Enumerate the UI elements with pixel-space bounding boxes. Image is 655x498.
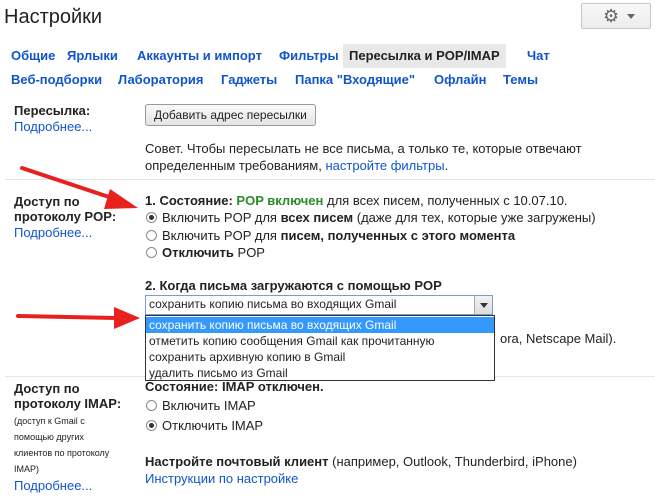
tab-chat[interactable]: Чат xyxy=(527,44,550,68)
tab-offline[interactable]: Офлайн xyxy=(434,68,487,92)
tab-labs[interactable]: Лаборатория xyxy=(118,68,203,92)
forwarding-tip-line1: Совет. Чтобы пересылать не все письма, а… xyxy=(145,141,582,156)
tab-accounts[interactable]: Аккаунты и импорт xyxy=(137,44,262,68)
imap-section: Доступ по протоколу IMAP: (доступ к Gmai… xyxy=(5,376,655,498)
pop-when-title: 2. Когда письма загружаются с помощью PO… xyxy=(145,278,442,293)
forwarding-tip-suffix: . xyxy=(444,158,449,173)
imap-note-line1: (доступ к Gmail с xyxy=(14,416,85,426)
pop-option1-suffix: (даже для тех, которые уже загружены) xyxy=(353,210,596,225)
imap-note-line2: помощью других xyxy=(14,432,84,442)
imap-status-prefix: Состояние: xyxy=(145,379,222,394)
imap-more-link[interactable]: Подробнее... xyxy=(14,478,92,493)
tab-filters[interactable]: Фильтры xyxy=(279,44,339,68)
chevron-down-icon[interactable] xyxy=(474,296,492,314)
pop-option3-bold: Отключить xyxy=(162,245,234,260)
pop-option2-bold: писем, полученных с этого момента xyxy=(280,228,516,243)
pop-option1-bold: всех писем xyxy=(280,210,354,225)
imap-client-bold: Настройте почтовый клиент xyxy=(145,454,329,469)
pop-status-value: POP включен xyxy=(236,193,324,208)
dropdown-option-mark-read[interactable]: отметить копию сообщения Gmail как прочи… xyxy=(146,333,494,349)
imap-client-config: Настройте почтовый клиент (например, Out… xyxy=(145,453,577,470)
annotation-arrow-pop xyxy=(20,166,138,209)
settings-panel: Пересылка: Подробнее... Добавить адрес п… xyxy=(5,93,655,497)
tab-themes[interactable]: Темы xyxy=(503,68,538,92)
imap-option-enable: Включить IMAP xyxy=(162,398,256,413)
pop-action-select-value: сохранить копию письма во входящих Gmail xyxy=(149,297,397,311)
pop-more-link[interactable]: Подробнее... xyxy=(14,225,92,240)
imap-client-suffix: (например, Outlook, Thunderbird, iPhone) xyxy=(328,454,577,469)
pop-action-dropdown: сохранить копию письма во входящих Gmail… xyxy=(145,315,495,381)
tab-general[interactable]: Общие xyxy=(11,44,55,68)
dropdown-option-keep-copy[interactable]: сохранить копию письма во входящих Gmail xyxy=(146,317,494,333)
imap-label: Доступ по протоколу IMAP: xyxy=(14,381,121,411)
pop-all-mail-radio[interactable] xyxy=(146,212,157,223)
page-title: Настройки xyxy=(4,6,103,28)
configure-filters-link[interactable]: настройте фильтры xyxy=(325,158,444,173)
pop-option1-prefix: Включить POP для xyxy=(162,210,281,225)
imap-note-line4: IMAP) xyxy=(14,464,40,474)
pop-status-prefix: 1. Состояние: xyxy=(145,193,237,208)
pop-option-3: Отключить POP xyxy=(162,244,265,261)
gear-icon: ⚙ xyxy=(603,6,620,26)
chevron-down-icon xyxy=(627,14,635,19)
tab-inbox[interactable]: Папка "Входящие" xyxy=(295,68,415,92)
imap-disable-radio[interactable] xyxy=(146,420,157,431)
settings-menu-button[interactable]: ⚙ xyxy=(581,3,651,29)
imap-setup-instructions-link[interactable]: Инструкции по настройке xyxy=(145,470,298,487)
imap-status-value: IMAP отключен. xyxy=(221,379,324,394)
pop-action-select[interactable]: сохранить копию письма во входящих Gmail xyxy=(145,295,493,315)
imap-note: (доступ к Gmail с помощью других клиенто… xyxy=(14,413,109,477)
imap-enable-radio[interactable] xyxy=(146,400,157,411)
tab-forwarding-pop-imap[interactable]: Пересылка и POP/IMAP xyxy=(343,44,506,68)
imap-label-line2: протоколу IMAP: xyxy=(14,396,122,411)
forwarding-more-link[interactable]: Подробнее... xyxy=(14,119,92,134)
forwarding-tip-line2: определенным требованиям, настройте филь… xyxy=(145,157,448,174)
dropdown-option-delete[interactable]: удалить письмо из Gmail xyxy=(146,365,494,381)
pop-status-suffix: для всех писем, полученных с 10.07.10. xyxy=(323,193,568,208)
add-forwarding-address-button[interactable]: Добавить адрес пересылки xyxy=(145,104,316,126)
imap-option-disable: Отключить IMAP xyxy=(162,418,264,433)
pop-option-2: Включить POP для писем, полученных с это… xyxy=(162,227,515,244)
pop-option2-prefix: Включить POP для xyxy=(162,228,281,243)
dropdown-option-archive[interactable]: сохранить архивную копию в Gmail xyxy=(146,349,494,365)
tab-web-clips[interactable]: Веб-подборки xyxy=(11,68,102,92)
pop-disable-radio[interactable] xyxy=(146,247,157,258)
imap-note-line3: клиентов по протоколу xyxy=(14,448,110,458)
pop-option-1: Включить POP для всех писем (даже для те… xyxy=(162,209,596,226)
pop-status: 1. Состояние: POP включен для всех писем… xyxy=(145,192,568,209)
forwarding-label: Пересылка: xyxy=(14,103,91,118)
forwarding-tip-prefix: определенным требованиям, xyxy=(145,158,326,173)
pop-option3-suffix: POP xyxy=(233,245,265,260)
annotation-arrow-select xyxy=(16,307,140,329)
tab-gadgets[interactable]: Гаджеты xyxy=(221,68,277,92)
pop-hidden-tail-text: ora, Netscape Mail). xyxy=(500,331,617,346)
pop-new-mail-radio[interactable] xyxy=(146,230,157,241)
imap-label-line1: Доступ по xyxy=(14,381,80,396)
tab-labels[interactable]: Ярлыки xyxy=(67,44,118,68)
